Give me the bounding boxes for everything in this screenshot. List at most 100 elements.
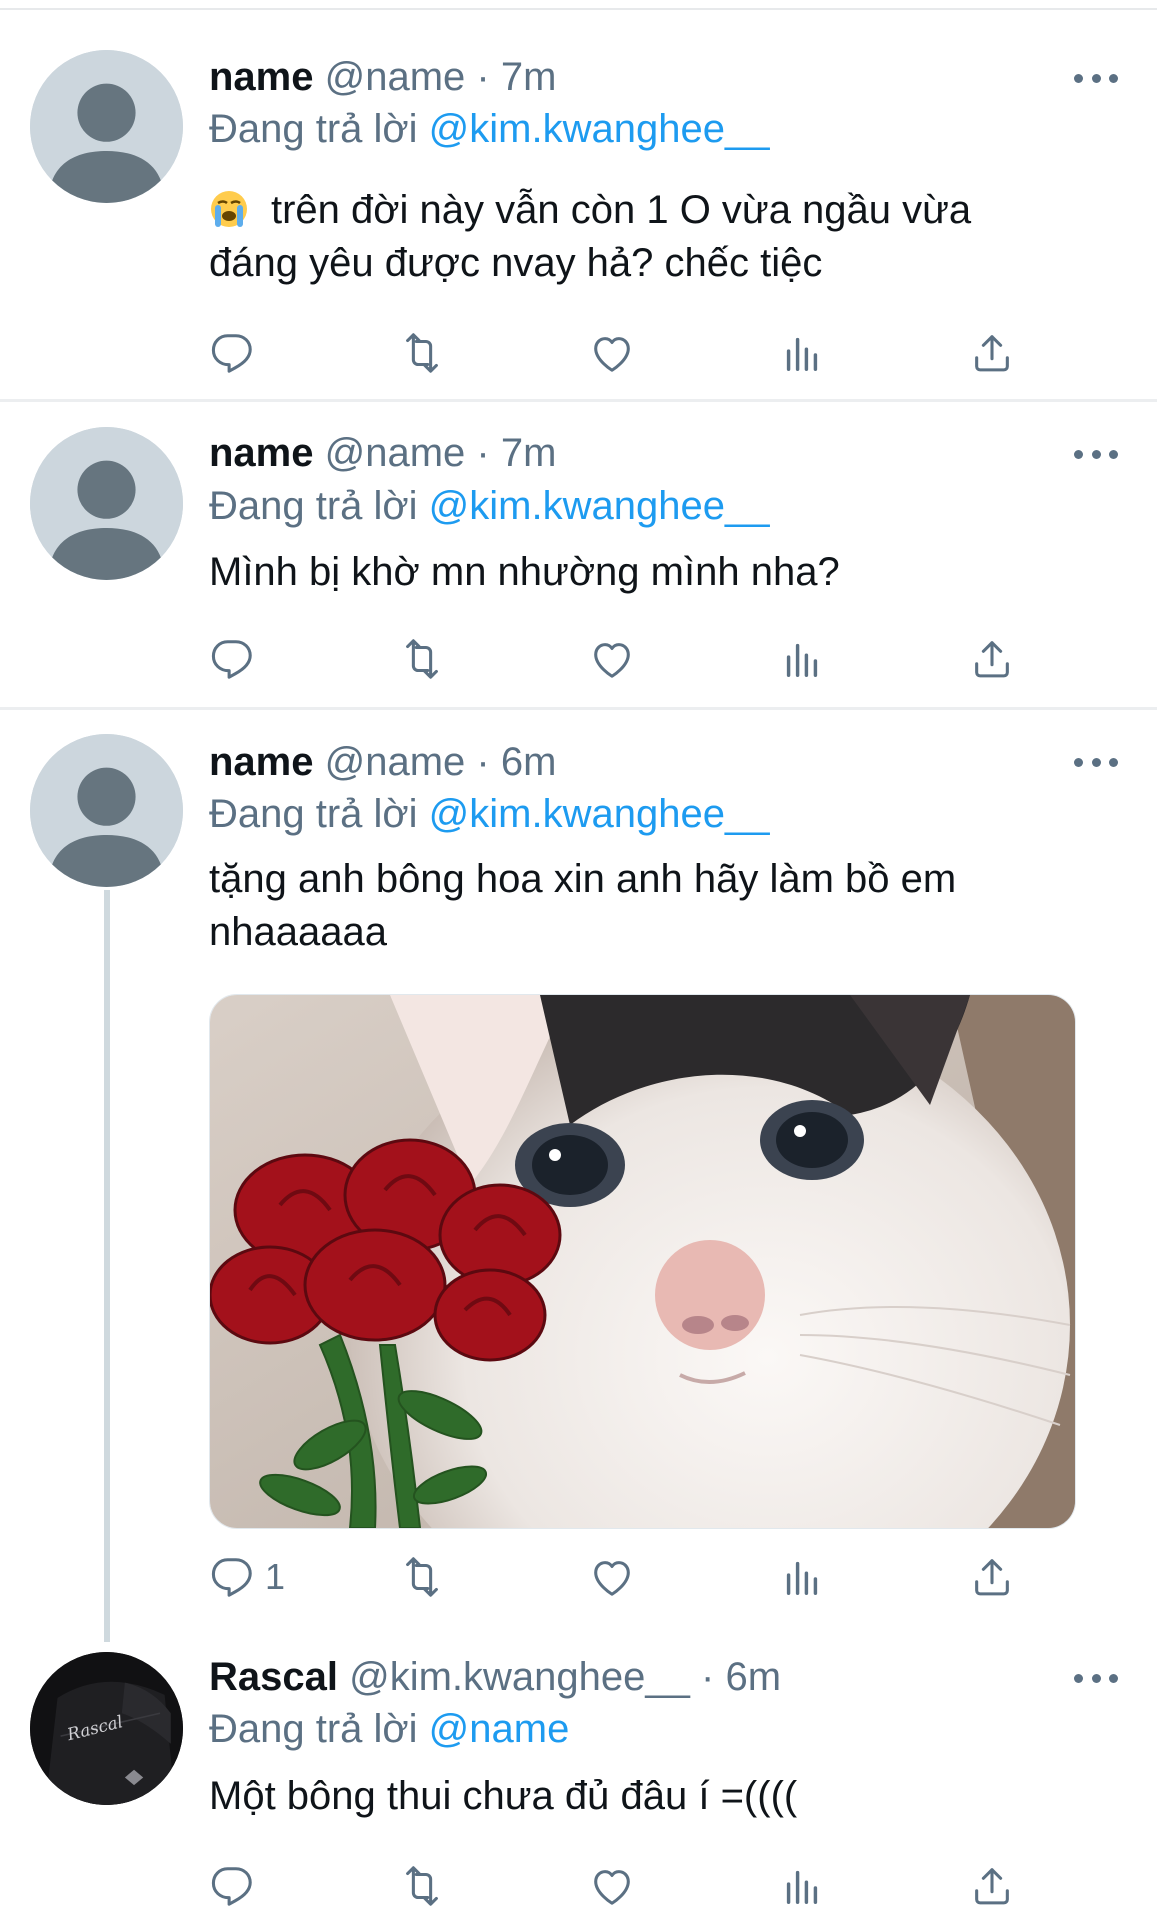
retweet-button[interactable] [399, 1858, 445, 1914]
tweet-header: name @name · 7m [209, 428, 556, 478]
share-icon [975, 1559, 1009, 1596]
share-icon [975, 641, 1009, 678]
reply-button[interactable] [209, 325, 255, 381]
more-icon[interactable] [1074, 754, 1118, 770]
tweet-text-content: trên đời này vẫn còn 1 O vừa ngầu vừa đá… [209, 188, 972, 285]
share-button[interactable] [969, 1549, 1015, 1605]
tweet-header: name @name · 6m [209, 737, 556, 787]
tweet-actions: 1 [209, 1549, 1029, 1605]
like-button[interactable] [589, 1549, 635, 1605]
share-button[interactable] [969, 325, 1015, 381]
avatar[interactable] [30, 734, 183, 887]
avatar[interactable] [30, 427, 183, 580]
replying-to: Đang trả lời @kim.kwanghee__ [209, 481, 769, 531]
retweet-button[interactable] [399, 325, 445, 381]
separator-dot: · [476, 740, 490, 784]
avatar[interactable] [30, 50, 183, 203]
tweet-text: Một bông thui chưa đủ đâu í =(((( [209, 1770, 1059, 1823]
analytics-icon [786, 1870, 818, 1905]
retweet-button[interactable] [399, 1549, 445, 1605]
reply-button[interactable] [209, 631, 255, 687]
like-icon [594, 337, 630, 372]
tweet-text-content: tặng anh bông hoa xin anh hãy làm bồ em … [209, 857, 957, 954]
timestamp[interactable]: 7m [501, 55, 557, 99]
separator-dot: · [476, 431, 490, 475]
default-avatar-icon [30, 50, 183, 203]
more-icon[interactable] [1074, 1670, 1118, 1686]
more-icon[interactable] [1074, 70, 1118, 86]
avatar[interactable]: Rascal [30, 1652, 183, 1805]
analytics-icon [786, 337, 818, 372]
like-button[interactable] [589, 325, 635, 381]
reply-icon [211, 640, 252, 679]
reply-icon [211, 1867, 252, 1906]
analytics-icon [786, 643, 818, 678]
analytics-button[interactable] [779, 1549, 825, 1605]
loudly-crying-face-icon [211, 191, 247, 227]
tweet-text: Mình bị khờ mn nhường mình nha? [209, 546, 1059, 599]
replying-to-label: Đang trả lời [209, 484, 418, 528]
tweet-header: Rascal @kim.kwanghee__ · 6m [209, 1652, 781, 1702]
analytics-button[interactable] [779, 1858, 825, 1914]
timestamp[interactable]: 6m [725, 1655, 781, 1699]
like-icon [594, 1561, 630, 1596]
share-button[interactable] [969, 631, 1015, 687]
cat-with-roses-image[interactable] [209, 994, 1076, 1529]
tweet-text-content: Mình bị khờ mn nhường mình nha? [209, 550, 840, 594]
like-icon [594, 1870, 630, 1905]
reply-to-handle-link[interactable]: @kim.kwanghee__ [429, 792, 770, 836]
like-button[interactable] [589, 631, 635, 687]
tweet-1[interactable]: name @name · 7m Đang trả lời @kim.kwangh… [0, 0, 1157, 400]
tweet-text: tặng anh bông hoa xin anh hãy làm bồ em … [209, 853, 1059, 959]
retweet-button[interactable] [399, 631, 445, 687]
rascal-jersey-avatar-icon: Rascal [30, 1652, 183, 1805]
display-name[interactable]: name [209, 740, 314, 784]
analytics-button[interactable] [779, 631, 825, 687]
tweet-actions [209, 631, 1029, 687]
retweet-icon [406, 639, 438, 679]
replying-to: Đang trả lời @kim.kwanghee__ [209, 104, 769, 154]
retweet-icon [406, 1866, 438, 1906]
timestamp[interactable]: 6m [501, 740, 557, 784]
reply-to-handle-link[interactable]: @kim.kwanghee__ [429, 107, 770, 151]
retweet-icon [406, 333, 438, 373]
reply-to-handle-link[interactable]: @kim.kwanghee__ [429, 484, 770, 528]
cat-with-roses-photo [210, 995, 1075, 1528]
analytics-icon [786, 1561, 818, 1596]
user-handle[interactable]: @name [325, 431, 466, 475]
tweet-actions [209, 325, 1029, 381]
reply-button[interactable]: 1 [209, 1549, 285, 1605]
separator-dot: · [701, 1655, 715, 1699]
default-avatar-icon [30, 427, 183, 580]
timestamp[interactable]: 7m [501, 431, 557, 475]
tweet-header: name @name · 7m [209, 52, 556, 102]
tweet-4[interactable]: Rascal Rascal @kim.kwanghee__ · 6m Đang … [0, 1640, 1157, 1920]
tweet-text: trên đời này vẫn còn 1 O vừa ngầu vừa đá… [209, 184, 1059, 290]
like-button[interactable] [589, 1858, 635, 1914]
display-name[interactable]: Rascal [209, 1655, 338, 1699]
tweet-actions [209, 1858, 1029, 1914]
like-icon [594, 643, 630, 678]
reply-to-handle-link[interactable]: @name [429, 1707, 570, 1751]
replying-to-label: Đang trả lời [209, 1707, 418, 1751]
user-handle[interactable]: @kim.kwanghee__ [349, 1655, 690, 1699]
user-handle[interactable]: @name [325, 55, 466, 99]
analytics-button[interactable] [779, 325, 825, 381]
reply-button[interactable] [209, 1858, 255, 1914]
replying-to-label: Đang trả lời [209, 792, 418, 836]
user-handle[interactable]: @name [325, 740, 466, 784]
replying-to: Đang trả lời @name [209, 1704, 569, 1754]
share-button[interactable] [969, 1858, 1015, 1914]
retweet-icon [406, 1557, 438, 1597]
separator-dot: · [476, 55, 490, 99]
tweet-text-content: Một bông thui chưa đủ đâu í =(((( [209, 1774, 798, 1818]
reply-icon [211, 334, 252, 373]
share-icon [975, 335, 1009, 372]
more-icon[interactable] [1074, 446, 1118, 462]
tweet-2[interactable]: name @name · 7m Đang trả lời @kim.kwangh… [0, 402, 1157, 708]
reply-count: 1 [265, 1556, 286, 1597]
share-icon [975, 1868, 1009, 1905]
default-avatar-icon [30, 734, 183, 887]
display-name[interactable]: name [209, 55, 314, 99]
display-name[interactable]: name [209, 431, 314, 475]
